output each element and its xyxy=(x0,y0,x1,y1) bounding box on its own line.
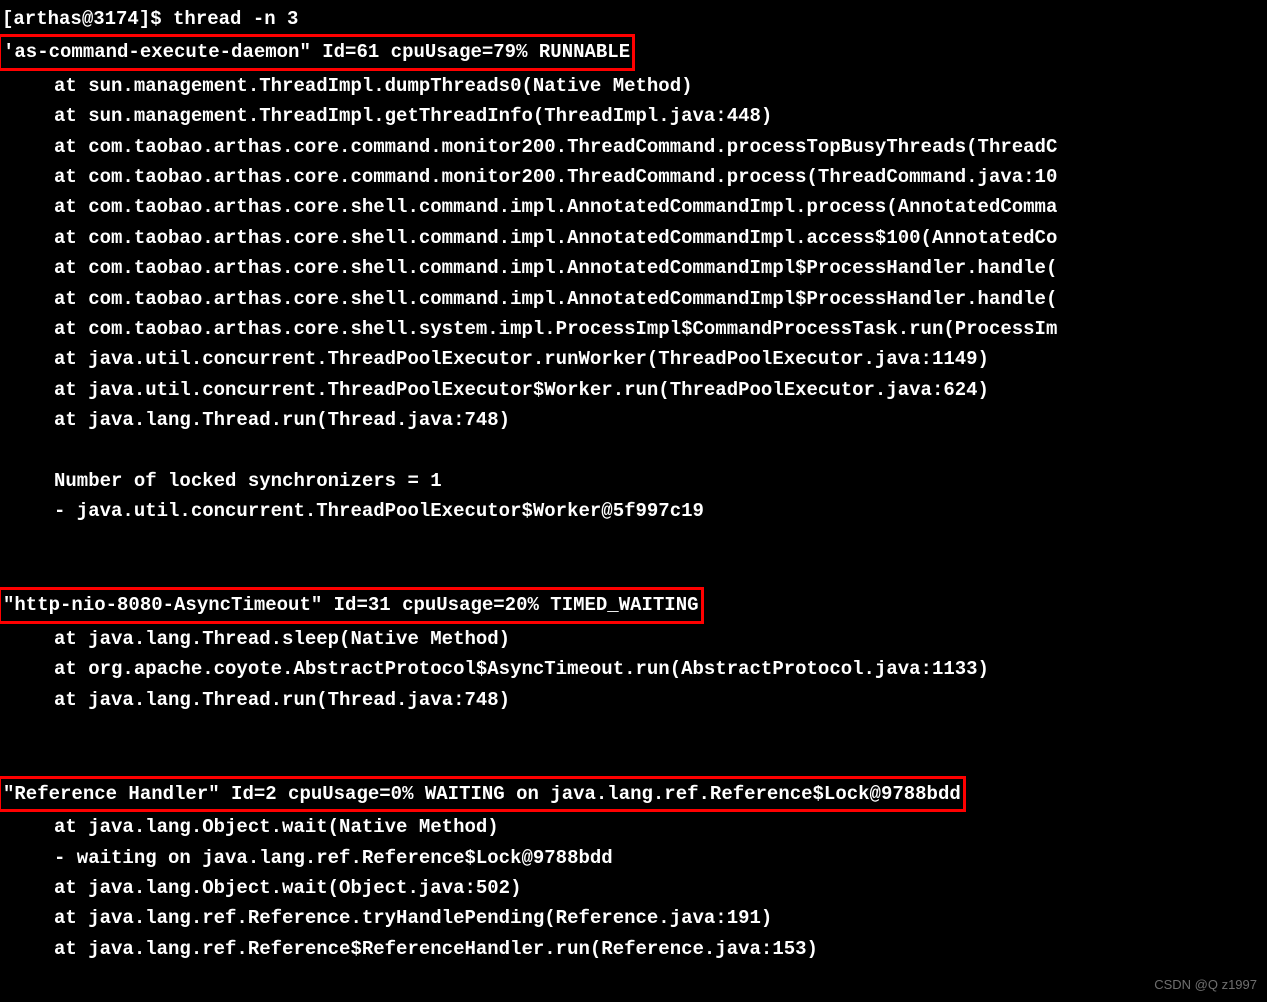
thread-header-3: "Reference Handler" Id=2 cpuUsage=0% WAI… xyxy=(0,776,966,812)
stack-line: at java.lang.ref.Reference$ReferenceHand… xyxy=(2,934,1265,964)
stack-line: at java.lang.Thread.run(Thread.java:748) xyxy=(2,405,1265,435)
thread-block-2: "http-nio-8080-AsyncTimeout" Id=31 cpuUs… xyxy=(2,587,1265,715)
thread-header-1: 'as-command-execute-daemon" Id=61 cpuUsa… xyxy=(0,34,635,70)
stack-line: at org.apache.coyote.AbstractProtocol$As… xyxy=(2,654,1265,684)
stack-line: at com.taobao.arthas.core.command.monito… xyxy=(2,162,1265,192)
stack-line: at java.lang.Thread.run(Thread.java:748) xyxy=(2,685,1265,715)
stack-line: - waiting on java.lang.ref.Reference$Loc… xyxy=(2,843,1265,873)
stack-line: at com.taobao.arthas.core.command.monito… xyxy=(2,132,1265,162)
command-prompt[interactable]: [arthas@3174]$ thread -n 3 xyxy=(2,4,1265,34)
stack-line: at java.lang.ref.Reference.tryHandlePend… xyxy=(2,903,1265,933)
stack-line: at sun.management.ThreadImpl.getThreadIn… xyxy=(2,101,1265,131)
stack-line: at java.lang.Object.wait(Native Method) xyxy=(2,812,1265,842)
blank-line xyxy=(2,527,1265,557)
stack-line: at com.taobao.arthas.core.shell.command.… xyxy=(2,253,1265,283)
stack-line: at java.util.concurrent.ThreadPoolExecut… xyxy=(2,344,1265,374)
thread-block-1: 'as-command-execute-daemon" Id=61 cpuUsa… xyxy=(2,34,1265,526)
stack-line: at com.taobao.arthas.core.shell.command.… xyxy=(2,223,1265,253)
blank-line xyxy=(2,745,1265,775)
thread-block-3: "Reference Handler" Id=2 cpuUsage=0% WAI… xyxy=(2,776,1265,964)
thread-header-2: "http-nio-8080-AsyncTimeout" Id=31 cpuUs… xyxy=(0,587,704,623)
blank-line xyxy=(2,557,1265,587)
stack-line: at sun.management.ThreadImpl.dumpThreads… xyxy=(2,71,1265,101)
stack-line: at java.util.concurrent.ThreadPoolExecut… xyxy=(2,375,1265,405)
stack-line: at com.taobao.arthas.core.shell.system.i… xyxy=(2,314,1265,344)
stack-line: at com.taobao.arthas.core.shell.command.… xyxy=(2,192,1265,222)
stack-line: - java.util.concurrent.ThreadPoolExecuto… xyxy=(2,496,1265,526)
terminal-output[interactable]: [arthas@3174]$ thread -n 3 'as-command-e… xyxy=(0,0,1267,968)
stack-line: Number of locked synchronizers = 1 xyxy=(2,466,1265,496)
watermark: CSDN @Q z1997 xyxy=(1154,975,1257,996)
stack-line: at com.taobao.arthas.core.shell.command.… xyxy=(2,284,1265,314)
stack-line: at java.lang.Thread.sleep(Native Method) xyxy=(2,624,1265,654)
stack-line: at java.lang.Object.wait(Object.java:502… xyxy=(2,873,1265,903)
stack-line xyxy=(2,435,1265,465)
blank-line xyxy=(2,715,1265,745)
